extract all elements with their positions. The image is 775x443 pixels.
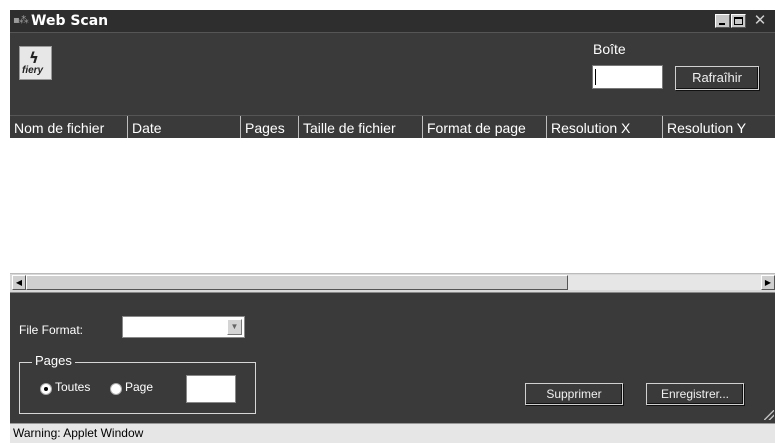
- horizontal-scrollbar[interactable]: ◀ ▶: [10, 273, 775, 293]
- save-button[interactable]: Enregistrer...: [646, 383, 744, 405]
- boite-input[interactable]: [592, 65, 663, 89]
- status-bar: Warning: Applet Window: [10, 423, 775, 443]
- close-button[interactable]: ✕: [750, 12, 770, 29]
- arrow-right-icon: ▶: [764, 278, 772, 287]
- web-scan-window: ▪⁂ Web Scan ✕ ϟ fiery Boîte Rafraîhir No…: [10, 10, 775, 443]
- column-header-page-format[interactable]: Format de page: [423, 116, 547, 138]
- column-header-resolution-y[interactable]: Resolution Y: [663, 116, 775, 138]
- chevron-down-icon: ▼: [230, 322, 239, 331]
- radio-page-label[interactable]: Page: [125, 380, 153, 394]
- radio-toutes[interactable]: [40, 383, 52, 395]
- scroll-track[interactable]: [568, 275, 761, 290]
- minimize-button[interactable]: [715, 14, 730, 28]
- refresh-button[interactable]: Rafraîhir: [675, 66, 759, 90]
- scroll-thumb[interactable]: [26, 275, 568, 290]
- radio-toutes-label[interactable]: Toutes: [55, 380, 90, 394]
- radio-page[interactable]: [110, 383, 122, 395]
- fiery-logo: ϟ fiery: [19, 46, 52, 80]
- hub-icon: ▪⁂: [13, 15, 29, 26]
- file-list[interactable]: [10, 138, 775, 273]
- delete-button[interactable]: Supprimer: [525, 383, 623, 405]
- column-header-file-size[interactable]: Taille de fichier: [299, 116, 423, 138]
- maximize-icon: [734, 17, 743, 25]
- pages-group-label: Pages: [32, 353, 75, 368]
- column-header-date[interactable]: Date: [128, 116, 241, 138]
- boite-label: Boîte: [593, 41, 626, 57]
- title-bar[interactable]: ▪⁂ Web Scan ✕: [10, 10, 775, 33]
- column-header-resolution-x[interactable]: Resolution X: [547, 116, 663, 138]
- page-number-input[interactable]: [186, 375, 236, 403]
- table-header: Nom de fichier Date Pages Taille de fich…: [10, 115, 775, 139]
- text-caret: [595, 69, 596, 85]
- arrow-left-icon: ◀: [15, 278, 23, 287]
- column-header-pages[interactable]: Pages: [241, 116, 299, 138]
- file-format-select[interactable]: ▼: [122, 316, 245, 338]
- dropdown-button[interactable]: ▼: [227, 319, 242, 335]
- resize-grip[interactable]: [764, 410, 774, 420]
- scroll-left-button[interactable]: ◀: [12, 275, 26, 290]
- column-header-filename[interactable]: Nom de fichier: [10, 116, 128, 138]
- logo-text: fiery: [22, 65, 44, 76]
- close-icon: ✕: [753, 12, 767, 29]
- maximize-button[interactable]: [731, 14, 746, 28]
- scroll-right-button[interactable]: ▶: [761, 275, 775, 290]
- file-format-label: File Format:: [19, 323, 84, 337]
- window-title: Web Scan: [31, 13, 109, 29]
- minimize-icon: [719, 23, 725, 25]
